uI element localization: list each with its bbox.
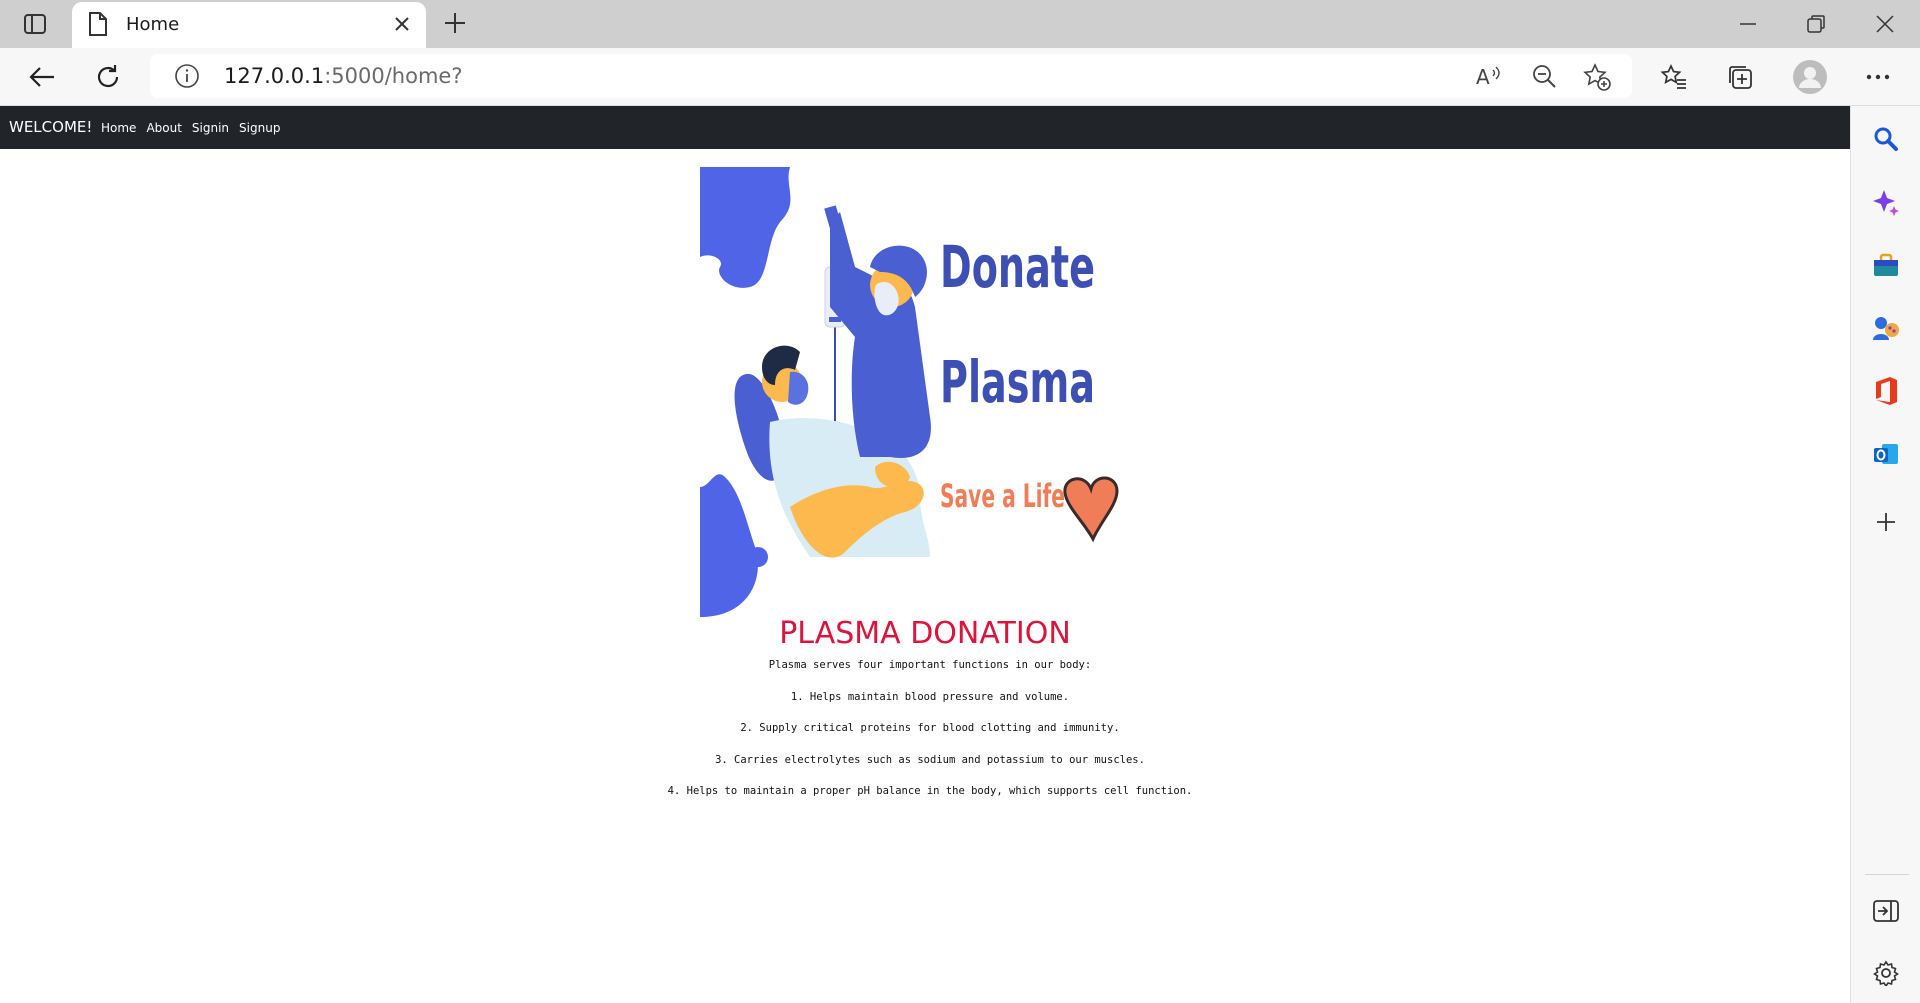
- heart-icon: [1063, 476, 1119, 543]
- navbar-brand[interactable]: WELCOME!: [9, 118, 92, 136]
- restore-icon[interactable]: [1804, 12, 1828, 41]
- profile-avatar-icon[interactable]: [1792, 59, 1828, 95]
- add-icon[interactable]: [1871, 507, 1901, 537]
- collections-icon[interactable]: [1724, 61, 1756, 93]
- window-close-icon[interactable]: [1873, 12, 1897, 41]
- search-icon[interactable]: [1871, 124, 1901, 154]
- back-icon[interactable]: [26, 61, 58, 93]
- browser-toolbar: 127.0.0.1:5000/home? A: [0, 48, 1920, 106]
- page-viewport: WELCOME! Home About Signin Signup Donate…: [0, 106, 1850, 1003]
- nav-link-home[interactable]: Home: [101, 121, 136, 135]
- more-menu-icon[interactable]: [1862, 61, 1894, 93]
- nav-link-about[interactable]: About: [146, 121, 181, 135]
- close-icon[interactable]: [392, 14, 412, 39]
- hero-line-donate: Donate: [940, 233, 1095, 301]
- tab-strip: Home: [0, 0, 1920, 48]
- intro-text: Plasma serves four important functions i…: [768, 659, 1092, 671]
- browser-tab[interactable]: Home: [72, 2, 426, 48]
- function-point: 1. Helps maintain blood pressure and vol…: [790, 691, 1070, 703]
- page-heading: PLASMA DONATION: [779, 616, 1071, 651]
- settings-icon[interactable]: [1871, 958, 1901, 988]
- page-icon: [88, 12, 108, 41]
- new-tab-icon[interactable]: [442, 10, 468, 41]
- edge-sidebar: [1850, 106, 1920, 1003]
- hero-line-save-a-life: Save a Life: [940, 477, 1065, 515]
- read-aloud-icon[interactable]: A: [1474, 62, 1502, 95]
- tab-title: Home: [126, 14, 180, 35]
- copilot-icon[interactable]: [1871, 187, 1901, 217]
- url-text[interactable]: 127.0.0.1:5000/home?: [224, 64, 462, 88]
- hide-sidebar-icon[interactable]: [1871, 896, 1901, 926]
- function-point: 2. Supply critical proteins for blood cl…: [740, 722, 1120, 734]
- office-icon[interactable]: [1871, 376, 1901, 406]
- tab-actions-icon[interactable]: [18, 10, 52, 38]
- add-favorite-icon[interactable]: [1582, 62, 1612, 97]
- svg-text:A: A: [1476, 65, 1490, 89]
- address-bar[interactable]: 127.0.0.1:5000/home? A: [150, 54, 1632, 98]
- nav-links: Home About Signin Signup: [101, 121, 290, 135]
- url-path: :5000/home?: [324, 64, 463, 88]
- function-point: 4. Helps to maintain a proper pH balance…: [667, 785, 1193, 797]
- favorites-icon[interactable]: [1658, 61, 1690, 93]
- games-icon[interactable]: [1871, 313, 1901, 343]
- donate-plasma-illustration: Donate Plasma Save a Life: [700, 167, 1119, 617]
- sidebar-divider: [1865, 874, 1909, 875]
- site-navbar: WELCOME! Home About Signin Signup: [0, 106, 1850, 149]
- minimize-icon[interactable]: [1736, 12, 1760, 41]
- nav-link-signup[interactable]: Signup: [239, 121, 280, 135]
- shopping-icon[interactable]: [1871, 250, 1901, 280]
- url-host: 127.0.0.1: [224, 64, 325, 88]
- site-info-icon[interactable]: [174, 63, 200, 94]
- refresh-icon[interactable]: [92, 61, 124, 93]
- hero-line-plasma: Plasma: [940, 348, 1095, 416]
- function-point: 3. Carries electrolytes such as sodium a…: [715, 754, 1145, 766]
- zoom-out-icon[interactable]: [1530, 62, 1558, 95]
- outlook-icon[interactable]: [1871, 439, 1901, 469]
- nav-link-signin[interactable]: Signin: [192, 121, 229, 135]
